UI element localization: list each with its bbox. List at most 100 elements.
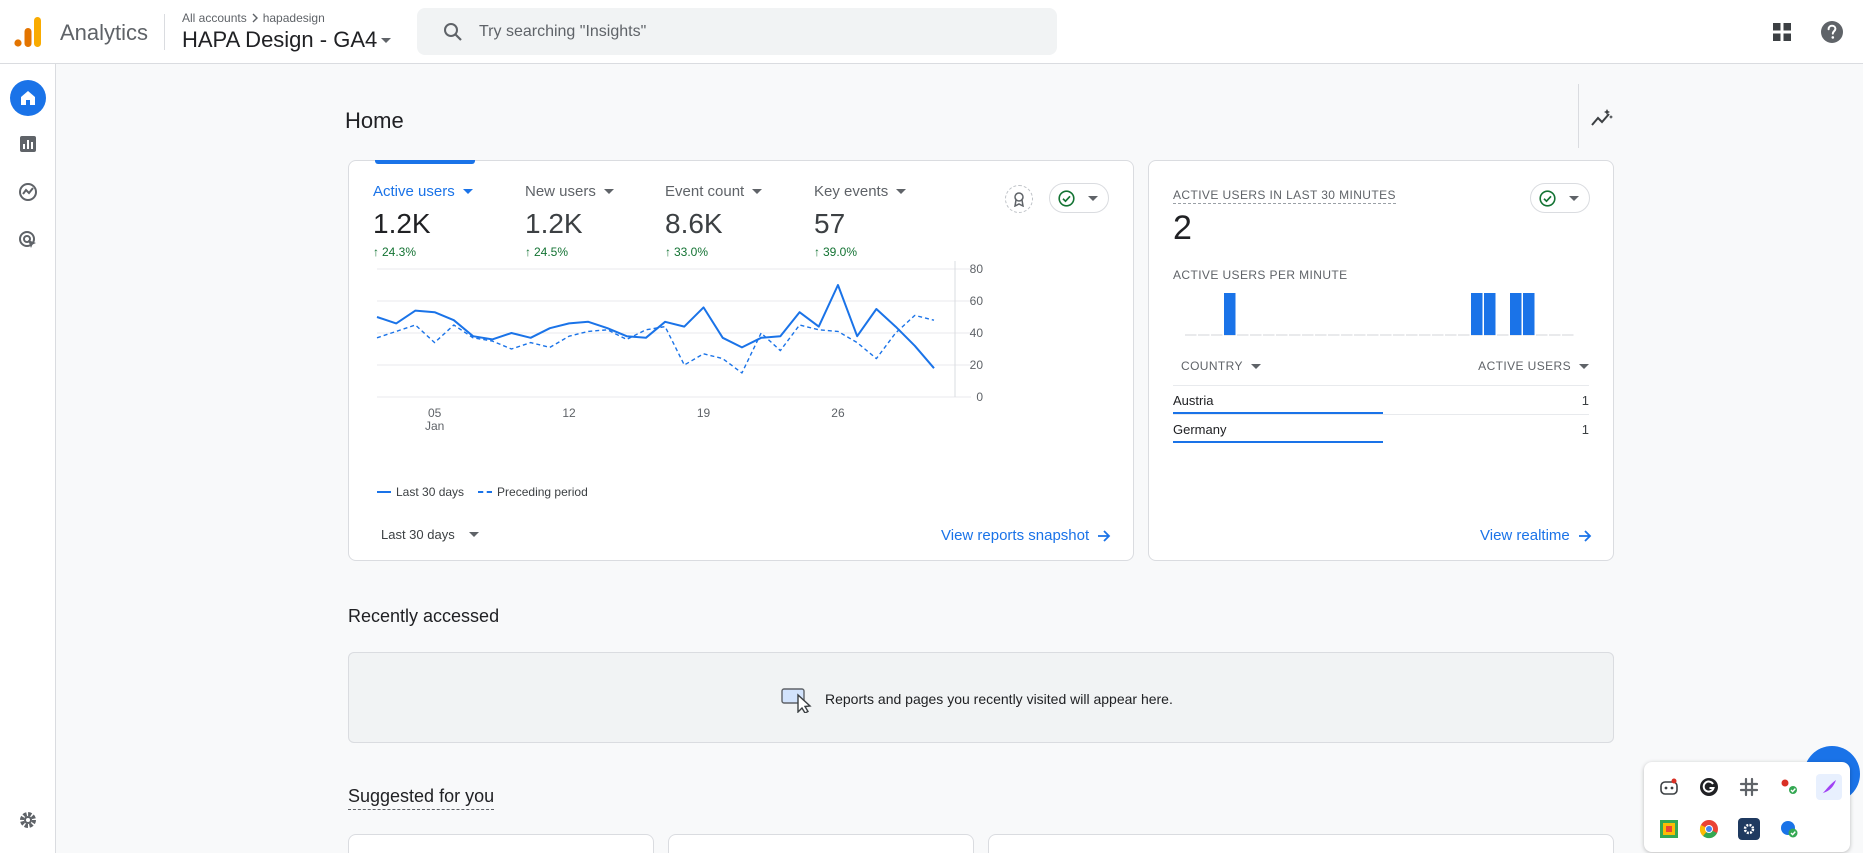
badge-button[interactable]	[1005, 185, 1033, 213]
table-row[interactable]: Austria 1	[1173, 385, 1589, 414]
account-breadcrumb[interactable]: All accounts hapadesign	[182, 11, 325, 25]
metric-tab-active-users[interactable]: Active users 1.2K ↑ 24.3%	[373, 183, 473, 259]
shield-check-icon[interactable]	[1778, 818, 1800, 840]
y-tick-label: 80	[970, 262, 984, 276]
metric-value: 1.2K	[373, 208, 431, 239]
legend-label: Last 30 days	[396, 485, 465, 499]
metric-change: 33.0%	[674, 245, 709, 259]
nav-advertising[interactable]	[10, 222, 46, 258]
insights-icon[interactable]	[1590, 106, 1614, 130]
property-selector[interactable]: HAPA Design - GA4	[182, 27, 392, 53]
country-column-header[interactable]: COUNTRY	[1181, 359, 1261, 373]
metric-tab-key-events[interactable]: Key events 57 ↑ 39.0%	[814, 183, 907, 259]
arrow-up-icon: ↑	[525, 245, 531, 259]
gear-square-icon[interactable]	[1738, 818, 1760, 840]
quill-icon[interactable]	[1816, 774, 1842, 800]
realtime-quality-button[interactable]	[1530, 183, 1590, 213]
per-minute-bar[interactable]	[1484, 293, 1496, 335]
per-minute-bar[interactable]	[1510, 293, 1522, 335]
metric-label: New users	[525, 183, 596, 200]
recently-accessed-title: Recently accessed	[348, 606, 500, 626]
advertising-icon	[19, 231, 36, 248]
metric-value: 8.6K	[665, 208, 723, 239]
per-minute-bar-chart	[1185, 293, 1574, 336]
search-bar[interactable]	[417, 8, 1057, 55]
suggested-card[interactable]	[668, 834, 974, 853]
suggested-title[interactable]: Suggested for you	[348, 786, 495, 810]
metric-tab-event-count[interactable]: Event count 8.6K ↑ 33.0%	[665, 183, 763, 259]
award-badge-icon	[1014, 192, 1024, 207]
breadcrumb-child[interactable]: hapadesign	[263, 11, 325, 25]
country-name: Germany	[1173, 422, 1227, 437]
view-realtime-link[interactable]: View realtime	[1480, 527, 1592, 544]
nav-home[interactable]	[10, 80, 46, 116]
cursor-click-icon	[781, 688, 812, 713]
nav-admin[interactable]	[10, 802, 46, 838]
country-users: 1	[1581, 393, 1589, 408]
date-range-label: Last 30 days	[381, 527, 455, 542]
reports-icon	[20, 136, 36, 152]
suggested-card[interactable]	[988, 834, 1614, 853]
search-input[interactable]	[479, 8, 1039, 55]
row-bar	[1173, 441, 1383, 443]
grammarly-icon[interactable]	[1698, 776, 1720, 798]
arrow-up-icon: ↑	[814, 245, 820, 259]
caret-down-icon[interactable]	[752, 189, 763, 194]
arrow-right-icon	[1578, 529, 1592, 542]
caret-down-icon[interactable]	[896, 189, 907, 194]
table-row[interactable]: Germany 1	[1173, 414, 1589, 443]
country-users: 1	[1581, 422, 1589, 437]
apps-grid-icon[interactable]	[1772, 22, 1792, 42]
caret-down-icon	[1088, 195, 1098, 201]
column-label: ACTIVE USERS	[1478, 359, 1571, 373]
metric-change: 39.0%	[823, 245, 858, 259]
metric-label: Key events	[814, 183, 889, 200]
active-users-column-header[interactable]: ACTIVE USERS	[1478, 359, 1589, 373]
nav-explore[interactable]	[10, 174, 46, 210]
breadcrumb-root[interactable]: All accounts	[182, 11, 247, 25]
per-minute-bar[interactable]	[1523, 293, 1535, 335]
date-range-selector[interactable]: Last 30 days	[381, 527, 479, 542]
metric-change: 24.3%	[382, 245, 417, 259]
view-reports-snapshot-link[interactable]: View reports snapshot	[941, 527, 1111, 544]
analytics-logo-icon[interactable]	[14, 17, 42, 47]
nav-reports[interactable]	[10, 126, 46, 162]
caret-down-icon[interactable]	[462, 189, 473, 194]
left-nav-rail	[0, 64, 56, 853]
metric-tab-new-users[interactable]: New users 1.2K ↑ 24.5%	[525, 183, 614, 259]
caret-down-icon	[468, 532, 479, 537]
extension-tray	[1644, 762, 1850, 852]
help-icon[interactable]	[1820, 20, 1844, 44]
x-tick-label: 26	[831, 406, 845, 420]
arrow-up-icon: ↑	[373, 245, 379, 259]
slack-icon[interactable]	[1738, 776, 1760, 798]
chat-bot-icon[interactable]	[1658, 776, 1680, 798]
realtime-title[interactable]: ACTIVE USERS IN LAST 30 MINUTES	[1173, 188, 1396, 204]
active-tab-indicator	[375, 160, 475, 164]
color-grid-icon[interactable]	[1658, 818, 1680, 840]
caret-down-icon[interactable]	[603, 189, 614, 194]
insights-divider	[1578, 84, 1579, 148]
check-circle-icon	[1058, 189, 1075, 207]
per-minute-bar[interactable]	[1471, 293, 1483, 335]
per-minute-title: ACTIVE USERS PER MINUTE	[1173, 268, 1348, 282]
metric-value: 57	[814, 208, 846, 239]
metric-label: Event count	[665, 183, 745, 200]
realtime-card: ACTIVE USERS IN LAST 30 MINUTES 2 ACTIVE…	[1148, 160, 1614, 561]
x-tick-label: 05	[428, 406, 442, 420]
explore-icon	[19, 183, 37, 201]
legend-item-current: Last 30 days	[377, 485, 464, 499]
data-quality-button[interactable]	[1049, 183, 1109, 213]
app-name: Analytics	[60, 20, 149, 45]
link-label: View realtime	[1480, 527, 1570, 544]
status-dots-icon[interactable]	[1778, 776, 1800, 798]
legend-item-previous: Preceding period	[478, 485, 588, 499]
suggested-card[interactable]	[348, 834, 654, 853]
y-tick-label: 40	[970, 326, 984, 340]
chrome-icon[interactable]	[1698, 818, 1720, 840]
search-icon	[444, 23, 462, 41]
caret-down-icon	[1250, 363, 1261, 369]
property-name: HAPA Design - GA4	[182, 27, 378, 52]
caret-down-icon	[1579, 363, 1589, 369]
per-minute-bar[interactable]	[1224, 293, 1236, 335]
